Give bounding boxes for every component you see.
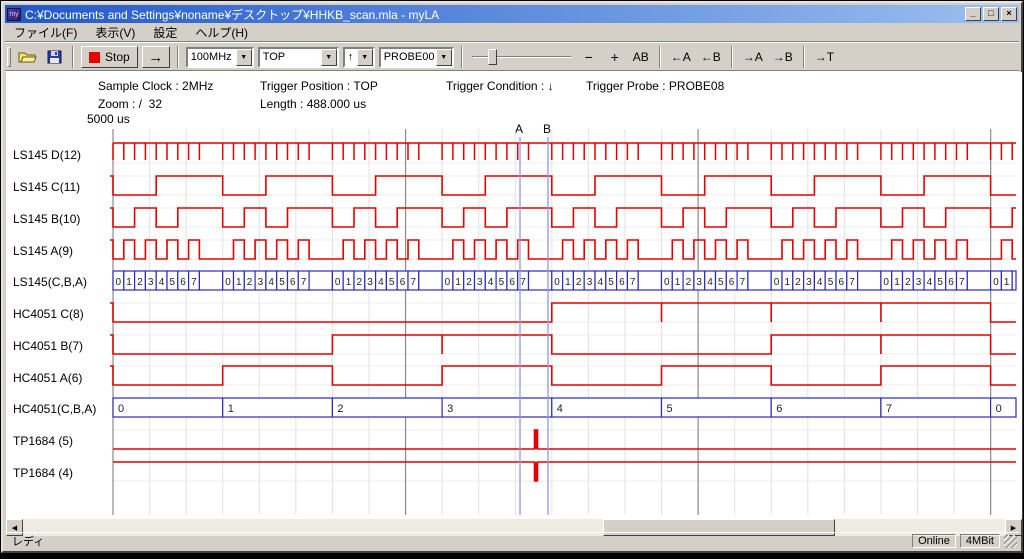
svg-text:7: 7 (740, 277, 746, 288)
svg-text:2: 2 (905, 277, 911, 288)
svg-text:7: 7 (886, 403, 892, 415)
svg-text:7: 7 (849, 277, 855, 288)
svg-text:1: 1 (675, 277, 681, 288)
resize-grip-icon[interactable] (1004, 535, 1017, 548)
svg-text:5: 5 (828, 277, 834, 288)
svg-text:6: 6 (400, 277, 406, 288)
svg-text:7: 7 (301, 277, 307, 288)
svg-text:4: 4 (268, 277, 274, 288)
svg-text:7: 7 (191, 277, 197, 288)
svg-text:2: 2 (337, 403, 343, 415)
svg-text:1: 1 (236, 277, 242, 288)
svg-text:4: 4 (557, 403, 563, 415)
svg-text:7: 7 (630, 277, 636, 288)
svg-text:2: 2 (795, 277, 801, 288)
svg-text:2: 2 (686, 277, 692, 288)
svg-text:0: 0 (996, 403, 1002, 415)
svg-text:0: 0 (225, 277, 231, 288)
svg-text:4: 4 (817, 277, 823, 288)
status-ready-text: レディ (7, 533, 908, 549)
svg-text:1: 1 (1004, 277, 1010, 288)
svg-text:0: 0 (445, 277, 451, 288)
svg-text:0: 0 (774, 277, 780, 288)
svg-text:5: 5 (170, 277, 176, 288)
svg-text:0: 0 (116, 277, 122, 288)
app-window: my C:¥Documents and Settings¥noname¥デスクト… (1, 1, 1023, 553)
svg-text:3: 3 (367, 277, 373, 288)
svg-text:4: 4 (598, 277, 604, 288)
status-online-badge: Online (912, 534, 956, 548)
svg-text:0: 0 (554, 277, 560, 288)
svg-text:0: 0 (664, 277, 670, 288)
svg-text:1: 1 (455, 277, 461, 288)
svg-text:4: 4 (927, 277, 933, 288)
svg-text:3: 3 (258, 277, 264, 288)
status-bar: レディ Online 4MBit (5, 532, 1019, 549)
svg-text:4: 4 (159, 277, 165, 288)
svg-text:5: 5 (667, 403, 673, 415)
status-memory-badge: 4MBit (960, 534, 1000, 548)
svg-text:6: 6 (776, 403, 782, 415)
svg-text:5: 5 (499, 277, 505, 288)
svg-text:4: 4 (707, 277, 713, 288)
svg-text:6: 6 (180, 277, 186, 288)
svg-text:1: 1 (894, 277, 900, 288)
svg-text:3: 3 (148, 277, 154, 288)
svg-text:6: 6 (948, 277, 954, 288)
svg-text:3: 3 (587, 277, 593, 288)
svg-text:6: 6 (839, 277, 845, 288)
svg-text:4: 4 (488, 277, 494, 288)
svg-text:5: 5 (718, 277, 724, 288)
svg-text:5: 5 (937, 277, 943, 288)
svg-text:1: 1 (346, 277, 352, 288)
svg-text:3: 3 (477, 277, 483, 288)
svg-text:1: 1 (228, 403, 234, 415)
svg-text:2: 2 (466, 277, 472, 288)
svg-text:7: 7 (411, 277, 417, 288)
svg-text:2: 2 (576, 277, 582, 288)
svg-text:2: 2 (137, 277, 143, 288)
svg-text:5: 5 (389, 277, 395, 288)
svg-text:6: 6 (729, 277, 735, 288)
svg-text:0: 0 (993, 277, 999, 288)
svg-text:7: 7 (959, 277, 965, 288)
svg-text:6: 6 (509, 277, 515, 288)
svg-text:3: 3 (447, 403, 453, 415)
svg-text:1: 1 (126, 277, 132, 288)
svg-text:1: 1 (785, 277, 791, 288)
svg-text:0: 0 (118, 403, 124, 415)
svg-text:6: 6 (619, 277, 625, 288)
svg-text:3: 3 (916, 277, 922, 288)
svg-text:0: 0 (335, 277, 341, 288)
svg-text:0: 0 (883, 277, 889, 288)
svg-text:1: 1 (565, 277, 571, 288)
svg-text:4: 4 (378, 277, 384, 288)
svg-text:2: 2 (247, 277, 253, 288)
svg-text:2: 2 (357, 277, 363, 288)
svg-text:5: 5 (608, 277, 614, 288)
svg-text:7: 7 (520, 277, 526, 288)
svg-text:5: 5 (279, 277, 285, 288)
svg-text:3: 3 (696, 277, 702, 288)
svg-text:3: 3 (806, 277, 812, 288)
waveform-display[interactable]: 0123456701234567012345670123456701234567… (3, 3, 1024, 559)
svg-text:6: 6 (290, 277, 296, 288)
